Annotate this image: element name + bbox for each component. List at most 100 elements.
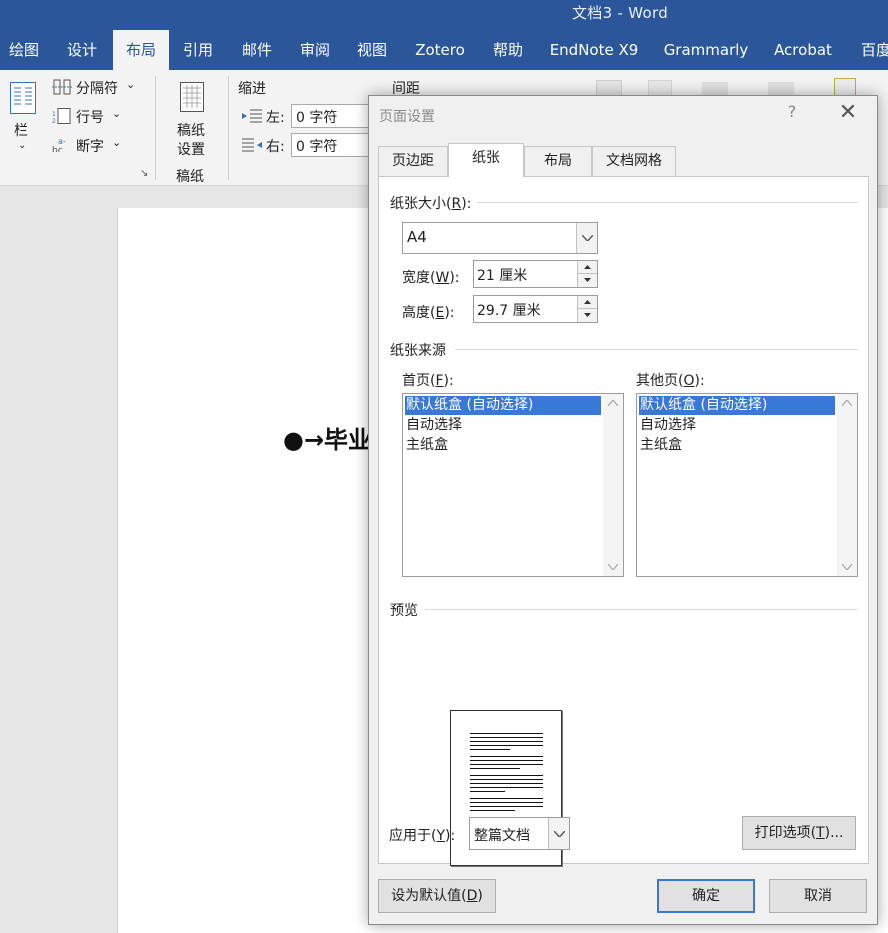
indent-right-field[interactable]: 0 字符 [291,133,371,157]
tab-zotero[interactable]: Zotero [404,30,476,70]
ribbon-tab-bar: 绘图 设计 布局 引用 邮件 审阅 视图 Zotero 帮助 EndNote X… [0,30,888,70]
chevron-down-icon [548,818,569,849]
help-icon[interactable]: ? [781,102,803,121]
tab-draw[interactable]: 绘图 [0,30,48,70]
scroll-up-icon[interactable] [842,400,852,406]
chevron-down-icon [576,223,597,253]
chevron-down-icon: ⌄ [18,140,27,151]
hyphenation-label: 断字 [76,139,104,155]
list-item[interactable]: 主纸盒 [639,436,835,455]
hyphenation-button[interactable]: a-bc 断字 ⌄ [52,136,132,156]
indent-right-icon [242,138,262,152]
paper-size-value: A4 [407,228,427,246]
group-divider [228,76,229,180]
document-heading: ●→毕业 [283,426,373,454]
paper-source-label: 纸张来源 [390,343,446,359]
spin-down-icon[interactable] [577,309,597,322]
height-spinner[interactable]: 29.7 厘米 [473,295,598,323]
other-pages-tray-list[interactable]: 默认纸盒 (自动选择) 自动选择 主纸盒 [636,393,858,577]
scrollbar[interactable] [603,394,623,576]
width-label: 宽度(W): [402,270,460,286]
columns-icon [10,82,36,114]
spin-down-icon[interactable] [577,274,597,287]
first-page-tray-list[interactable]: 默认纸盒 (自动选择) 自动选择 主纸盒 [402,393,624,577]
scroll-up-icon[interactable] [608,400,618,406]
width-value: 21 厘米 [477,268,528,284]
tab-layout[interactable]: 布局 [524,146,592,176]
tab-paper[interactable]: 纸张 [448,143,524,177]
tab-design[interactable]: 设计 [54,30,110,70]
breaks-icon [52,79,72,95]
scrollbar[interactable] [837,394,857,576]
tab-grammarly[interactable]: Grammarly [656,30,756,70]
svg-text:bc: bc [52,146,63,152]
spin-up-icon[interactable] [577,296,597,309]
section-divider [455,349,858,350]
set-default-button[interactable]: 设为默认值(D) [378,879,496,913]
list-item[interactable]: 自动选择 [405,416,601,435]
hyphenation-icon: a-bc [52,137,66,152]
tab-review[interactable]: 审阅 [287,30,343,70]
indent-left-icon [242,109,262,123]
manuscript-setup-label-2: 设置 [177,142,205,158]
line-numbers-label: 行号 [76,110,104,126]
list-item[interactable]: 默认纸盒 (自动选择) [639,396,835,415]
chevron-down-icon: ⌄ [112,107,122,120]
list-item[interactable]: 自动选择 [639,416,835,435]
columns-button[interactable]: 栏 ⌄ [6,78,40,158]
list-item[interactable]: 默认纸盒 (自动选择) [405,396,601,415]
line-numbers-button[interactable]: 12 行号 ⌄ [52,107,132,127]
manuscript-setup-label-1: 稿纸 [177,123,205,139]
paper-size-label: 纸张大小(R): [390,196,472,212]
ok-button[interactable]: 确定 [657,879,755,913]
indent-left-label: 左: [266,110,285,126]
first-page-label: 首页(F): [402,373,454,389]
tab-references[interactable]: 引用 [170,30,226,70]
height-value: 29.7 厘米 [477,303,541,319]
breaks-button[interactable]: 分隔符 ⌄ [52,78,142,98]
paper-size-dropdown[interactable]: A4 [402,222,598,254]
manuscript-group-label: 稿纸 [176,169,204,185]
tab-view[interactable]: 视图 [344,30,400,70]
svg-text:1: 1 [52,111,56,118]
dialog-launcher-icon[interactable]: ↘ [140,168,148,179]
svg-text:a-: a- [58,137,66,146]
tab-endnote[interactable]: EndNote X9 [544,30,644,70]
other-pages-label: 其他页(O): [636,373,705,389]
breaks-label: 分隔符 [76,81,118,97]
scroll-down-icon[interactable] [608,564,618,570]
paper-tab-panel: 纸张大小(R): A4 宽度(W): 21 厘米 高度(E): 29.7 厘米 … [378,176,869,866]
svg-text:2: 2 [52,118,56,124]
height-label: 高度(E): [402,305,455,321]
tab-mailings[interactable]: 邮件 [229,30,285,70]
tab-help[interactable]: 帮助 [480,30,536,70]
section-divider [477,202,858,203]
print-options-button[interactable]: 打印选项(T)... [742,816,856,850]
preview-label: 预览 [390,603,418,619]
indent-label: 缩进 [238,81,266,97]
spin-up-icon[interactable] [577,261,597,274]
list-item[interactable]: 主纸盒 [405,436,601,455]
apply-to-dropdown[interactable]: 整篇文档 [469,817,570,850]
manuscript-paper-icon [180,82,204,112]
tab-baidu[interactable]: 百度 [852,30,888,70]
tab-acrobat[interactable]: Acrobat [765,30,841,70]
cancel-button[interactable]: 取消 [769,879,867,913]
window-title: 文档3 - Word [572,4,669,22]
section-divider [425,609,858,610]
width-spinner[interactable]: 21 厘米 [473,260,598,288]
tab-layout[interactable]: 布局 [113,30,169,70]
tab-document-grid[interactable]: 文档网格 [592,146,676,176]
line-numbers-icon: 12 [52,108,71,124]
columns-label: 栏 [14,123,28,139]
close-icon[interactable]: ✕ [835,100,861,125]
group-divider [155,76,156,180]
scroll-down-icon[interactable] [842,564,852,570]
dialog-title: 页面设置 [379,109,435,125]
tab-margins[interactable]: 页边距 [378,146,448,176]
chevron-down-icon: ⌄ [112,136,122,149]
title-bar: 文档3 - Word [0,0,888,30]
manuscript-setup-button[interactable]: 稿纸 设置 [166,78,218,160]
chevron-down-icon: ⌄ [126,78,136,91]
indent-left-field[interactable]: 0 字符 [291,104,371,128]
